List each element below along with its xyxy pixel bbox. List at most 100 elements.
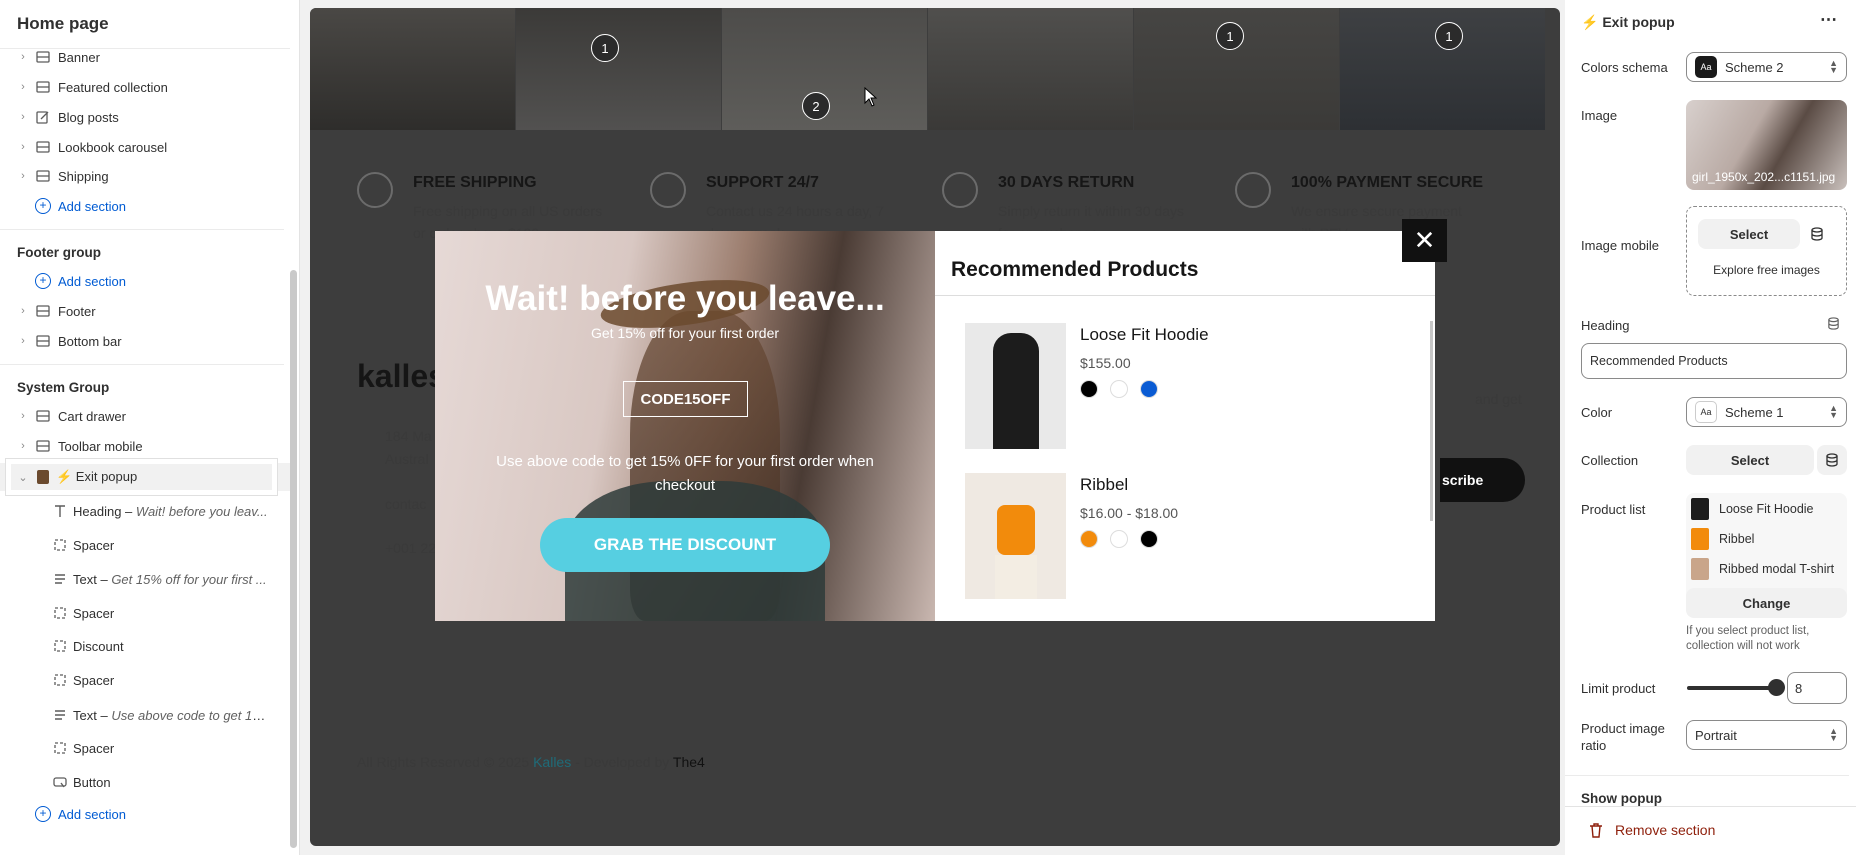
brand-link[interactable]: Kalles bbox=[533, 754, 571, 770]
section-footer[interactable]: › Footer bbox=[0, 297, 290, 325]
block-detail: Use above code to get 15... bbox=[111, 707, 268, 723]
chevron-right-icon[interactable]: › bbox=[18, 410, 28, 422]
chevron-right-icon[interactable]: › bbox=[18, 170, 28, 182]
lookbook-hotspot[interactable]: 1 bbox=[1216, 22, 1244, 50]
explore-images-link[interactable]: Explore free images bbox=[1687, 263, 1846, 277]
chevron-down-icon[interactable]: ⌄ bbox=[18, 471, 28, 484]
chevron-right-icon[interactable]: › bbox=[18, 305, 28, 317]
block-discount[interactable]: Discount bbox=[0, 632, 290, 660]
product-name[interactable]: Ribbel bbox=[1080, 475, 1128, 495]
color-swatches bbox=[1080, 380, 1158, 398]
product-thumb bbox=[1691, 558, 1709, 580]
swatch-white[interactable] bbox=[1110, 380, 1128, 398]
block-spacer[interactable]: Spacer bbox=[0, 734, 290, 762]
section-cart-drawer[interactable]: › Cart drawer bbox=[0, 402, 290, 430]
colors-schema-select[interactable]: Aa Scheme 2 ▲ ▼ bbox=[1686, 52, 1847, 82]
block-spacer[interactable]: Spacer bbox=[0, 666, 290, 694]
chevron-right-icon[interactable]: › bbox=[18, 141, 28, 153]
product-image[interactable] bbox=[965, 323, 1066, 449]
limit-slider-track[interactable] bbox=[1687, 686, 1775, 690]
more-options-icon[interactable]: ⋯ bbox=[1820, 10, 1837, 30]
product-list-item[interactable]: Loose Fit Hoodie bbox=[1691, 497, 1814, 521]
product-list-item[interactable]: Ribbed modal T-shirt bbox=[1691, 557, 1834, 581]
add-section-button[interactable]: + Add section bbox=[35, 270, 126, 292]
product-card[interactable]: Loose Fit Hoodie $155.00 bbox=[965, 323, 1405, 449]
section-icon bbox=[35, 168, 51, 184]
remove-section-button[interactable]: Remove section bbox=[1589, 822, 1715, 838]
product-list-item[interactable]: Ribbel bbox=[1691, 527, 1754, 551]
lookbook-hotspot[interactable]: 1 bbox=[591, 34, 619, 62]
sidebar-scrollbar[interactable] bbox=[290, 270, 297, 848]
footer-logo: kalles bbox=[357, 358, 446, 394]
block-text[interactable]: Text – Get 15% off for your first ... bbox=[0, 565, 290, 593]
swatch-black[interactable] bbox=[1080, 380, 1098, 398]
section-lookbook-carousel[interactable]: › Lookbook carousel bbox=[0, 133, 290, 161]
close-popup-button[interactable]: ✕ bbox=[1402, 219, 1447, 262]
block-label: Spacer bbox=[73, 605, 115, 621]
swatch-blue[interactable] bbox=[1140, 380, 1158, 398]
chevron-right-icon[interactable]: › bbox=[18, 81, 28, 93]
image-picker[interactable]: girl_1950x_202...c1151.jpg bbox=[1686, 100, 1847, 190]
block-button[interactable]: Button bbox=[0, 768, 290, 796]
database-icon[interactable] bbox=[1817, 445, 1847, 475]
product-list-name: Loose Fit Hoodie bbox=[1719, 502, 1814, 516]
product-card[interactable]: Ribbel $16.00 - $18.00 bbox=[965, 473, 1405, 599]
chevron-right-icon[interactable]: › bbox=[18, 111, 28, 123]
add-section-button[interactable]: + Add section bbox=[35, 195, 126, 217]
section-bottom-bar[interactable]: › Bottom bar bbox=[0, 327, 290, 355]
section-banner[interactable]: › Banner bbox=[0, 43, 290, 71]
feature-text: Simply return it within 30 days bbox=[998, 203, 1184, 219]
add-section-button[interactable]: + Add section bbox=[35, 803, 126, 825]
color-select[interactable]: Aa Scheme 1 ▲ ▼ bbox=[1686, 397, 1847, 427]
block-heading[interactable]: Heading – Wait! before you leav... bbox=[0, 497, 290, 525]
spacer-icon bbox=[52, 537, 68, 553]
swatch-orange[interactable] bbox=[1080, 530, 1098, 548]
lookbook-hotspot[interactable]: 2 bbox=[802, 92, 830, 120]
chevron-right-icon[interactable]: › bbox=[18, 440, 28, 452]
section-shipping[interactable]: › Shipping bbox=[0, 162, 290, 190]
swatch-black[interactable] bbox=[1140, 530, 1158, 548]
block-spacer[interactable]: Spacer bbox=[0, 531, 290, 559]
product-image-ratio-select[interactable]: Portrait ▲ ▼ bbox=[1686, 720, 1847, 750]
grab-discount-button[interactable]: GRAB THE DISCOUNT bbox=[540, 518, 830, 572]
block-text[interactable]: Text – Use above code to get 15... bbox=[0, 701, 290, 729]
panel-scrollbar[interactable] bbox=[1849, 0, 1856, 806]
block-name: Text bbox=[73, 571, 97, 587]
image-mobile-dropzone: Select Explore free images bbox=[1686, 206, 1847, 296]
block-name: Heading bbox=[73, 503, 122, 519]
product-list-help: If you select product list, collection w… bbox=[1686, 625, 1810, 652]
section-exit-popup[interactable]: ⌄ ⚡ Exit popup bbox=[0, 463, 290, 491]
lookbook-hotspot[interactable]: 1 bbox=[1435, 22, 1463, 50]
collection-select-button[interactable]: Select bbox=[1686, 445, 1814, 475]
image-filename: girl_1950x_202...c1151.jpg bbox=[1692, 170, 1836, 184]
section-featured-collection[interactable]: › Featured collection bbox=[0, 73, 290, 101]
subscribe-button[interactable]: scribe bbox=[1440, 458, 1525, 502]
collection-label: Collection bbox=[1581, 453, 1639, 468]
colors-schema-label: Colors schema bbox=[1581, 60, 1668, 75]
swatch-white[interactable] bbox=[1110, 530, 1128, 548]
dev-link[interactable]: The4 bbox=[673, 754, 705, 770]
change-products-button[interactable]: Change bbox=[1686, 588, 1847, 618]
chevron-right-icon[interactable]: › bbox=[18, 51, 28, 63]
select-image-button[interactable]: Select bbox=[1698, 219, 1800, 249]
settings-scroll-area: ⚡ Exit popup ⋯ Colors schema Aa Scheme 2… bbox=[1565, 0, 1849, 806]
section-toolbar-mobile[interactable]: › Toolbar mobile bbox=[0, 432, 290, 460]
discount-code[interactable]: CODE15OFF bbox=[623, 381, 748, 417]
product-list-label: Product list bbox=[1581, 502, 1646, 517]
chevron-right-icon[interactable]: › bbox=[18, 335, 28, 347]
limit-slider-thumb[interactable] bbox=[1768, 679, 1785, 696]
section-blog-posts[interactable]: › Blog posts bbox=[0, 103, 290, 131]
database-icon[interactable] bbox=[1802, 219, 1832, 249]
product-image[interactable] bbox=[965, 473, 1066, 599]
database-icon[interactable] bbox=[1821, 311, 1845, 335]
limit-product-input[interactable]: 8 bbox=[1787, 672, 1847, 704]
page-title: Home page bbox=[17, 14, 109, 33]
block-label: Spacer bbox=[73, 537, 115, 553]
block-label: Heading – Wait! before you leav... bbox=[73, 503, 268, 519]
recommended-panel: Recommended Products Loose Fit Hoodie $1… bbox=[935, 231, 1435, 621]
section-icon bbox=[35, 139, 51, 155]
block-spacer[interactable]: Spacer bbox=[0, 599, 290, 627]
product-name[interactable]: Loose Fit Hoodie bbox=[1080, 325, 1209, 345]
scrollbar[interactable] bbox=[1430, 321, 1433, 521]
heading-input[interactable]: Recommended Products bbox=[1581, 343, 1847, 379]
